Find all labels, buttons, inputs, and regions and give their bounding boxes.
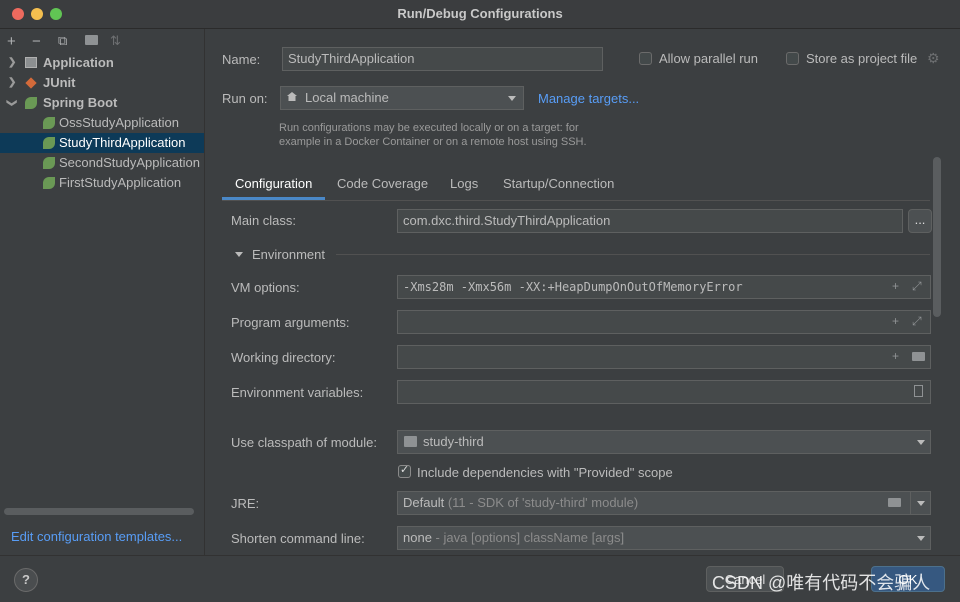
run-on-hint-line1: Run configurations may be executed local… [279,122,579,134]
folder-icon[interactable] [85,35,98,45]
tree-item-first-study[interactable]: FirstStudyApplication [0,173,204,193]
copy-icon[interactable]: ⧉ [58,33,67,49]
program-arguments-input[interactable] [397,310,931,334]
tree-item-label: SecondStudyApplication [59,155,200,170]
add-icon[interactable]: + [892,349,899,363]
environment-variables-input[interactable] [397,380,931,404]
help-icon[interactable]: ? [14,568,38,592]
main-class-input[interactable]: com.dxc.third.StudyThirdApplication [397,209,903,233]
jre-label: JRE: [231,496,260,511]
allow-parallel-run-checkbox[interactable] [639,52,652,65]
working-directory-input[interactable] [397,345,931,369]
watermark-text: CSDN @唯有代码不会骗人 [712,573,931,593]
chevron-down-icon: ❯ [6,98,18,108]
working-directory-label: Working directory: [231,350,336,365]
jre-select[interactable]: Default (11 - SDK of 'study-third' modul… [397,491,911,515]
chevron-down-icon [917,536,925,541]
gear-icon[interactable]: ⚙ [927,50,940,67]
tree-group-label: Spring Boot [43,95,118,110]
tab-configuration[interactable]: Configuration [222,175,326,200]
jre-detail: (11 - SDK of 'study-third' module) [447,495,639,510]
expand-icon[interactable]: ⤢ [912,279,922,294]
store-as-project-file-checkbox[interactable] [786,52,799,65]
vm-options-label: VM options: [231,280,300,295]
allow-parallel-run-label: Allow parallel run [659,51,758,66]
shorten-detail: - java [options] className [args] [435,530,625,545]
chevron-right-icon: ❯ [8,57,17,68]
folder-icon[interactable] [888,498,901,507]
run-on-hint-line2: example in a Docker Container or on a re… [279,136,587,148]
chevron-down-icon [917,440,925,445]
manage-targets-link[interactable]: Manage targets... [538,91,639,106]
add-icon[interactable]: + [7,33,16,50]
tab-code-coverage[interactable]: Code Coverage [337,175,428,200]
shorten-command-line-label: Shorten command line: [231,531,365,546]
run-on-label: Run on: [222,91,268,106]
chevron-down-icon [917,501,925,506]
spring-boot-icon [25,97,37,109]
main-class-label: Main class: [231,213,297,228]
application-icon [25,57,37,68]
name-label: Name: [222,52,261,67]
config-vertical-scrollbar[interactable] [933,157,941,317]
vm-options-input[interactable]: -Xms28m -Xmx56m -XX:+HeapDumpOnOutOfMemo… [397,275,931,299]
jre-value: Default [403,495,445,510]
environment-variables-label: Environment variables: [231,385,364,400]
run-on-select[interactable]: Local machine [280,86,524,110]
shorten-command-line-select[interactable]: none - java [options] className [args] [397,526,931,550]
add-icon[interactable]: + [892,314,899,328]
add-icon[interactable]: + [892,279,899,293]
tree-item-oss-study[interactable]: OssStudyApplication [0,113,204,133]
classpath-module-value: study-third [423,434,484,449]
tab-logs[interactable]: Logs [450,175,478,200]
spring-boot-icon [43,137,55,149]
tree-group-junit[interactable]: ❯ JUnit [0,73,204,93]
edit-configuration-templates-link[interactable]: Edit configuration templates... [11,529,182,544]
remove-icon[interactable]: − [32,33,41,50]
environment-section-label: Environment [252,247,325,262]
program-arguments-label: Program arguments: [231,315,350,330]
document-icon[interactable] [914,385,923,397]
collapse-icon[interactable] [235,252,243,257]
chevron-down-icon [508,96,516,101]
tree-group-spring-boot[interactable]: ❯ Spring Boot [0,93,204,113]
tree-group-application[interactable]: ❯ Application [0,53,204,73]
spring-boot-icon [43,157,55,169]
tree-group-label: Application [43,55,114,70]
expand-icon[interactable]: ⤢ [912,314,922,329]
junit-icon [25,77,37,89]
folder-icon[interactable] [912,352,925,361]
store-as-project-file-label: Store as project file [806,51,918,66]
tree-item-label: OssStudyApplication [59,115,179,130]
browse-main-class-button[interactable]: ... [908,209,932,233]
classpath-module-label: Use classpath of module: [231,435,377,450]
include-provided-label: Include dependencies with "Provided" sco… [417,465,673,480]
tree-item-label: FirstStudyApplication [59,175,182,190]
tree-horizontal-scrollbar[interactable] [4,508,194,515]
tree-item-label: StudyThirdApplication [59,135,186,150]
vm-options-value: -Xms28m -Xmx56m -XX:+HeapDumpOnOutOfMemo… [403,280,743,294]
sort-icon[interactable]: ⇅ [110,33,121,49]
tab-startup-connection[interactable]: Startup/Connection [503,175,614,200]
name-input[interactable]: StudyThirdApplication [282,47,603,71]
module-folder-icon [404,436,417,447]
classpath-module-select[interactable]: study-third [397,430,931,454]
shorten-value: none [403,530,432,545]
run-on-value: Local machine [305,90,389,105]
checkmark-icon: ✓ [400,464,410,476]
window-title: Run/Debug Configurations [397,6,563,21]
spring-boot-icon [43,117,55,129]
section-divider [336,254,930,255]
tree-item-study-third[interactable]: StudyThirdApplication [0,133,204,153]
spring-boot-icon [43,177,55,189]
chevron-right-icon: ❯ [8,77,17,88]
tree-group-label: JUnit [43,75,76,90]
tree-item-second-study[interactable]: SecondStudyApplication [0,153,204,173]
